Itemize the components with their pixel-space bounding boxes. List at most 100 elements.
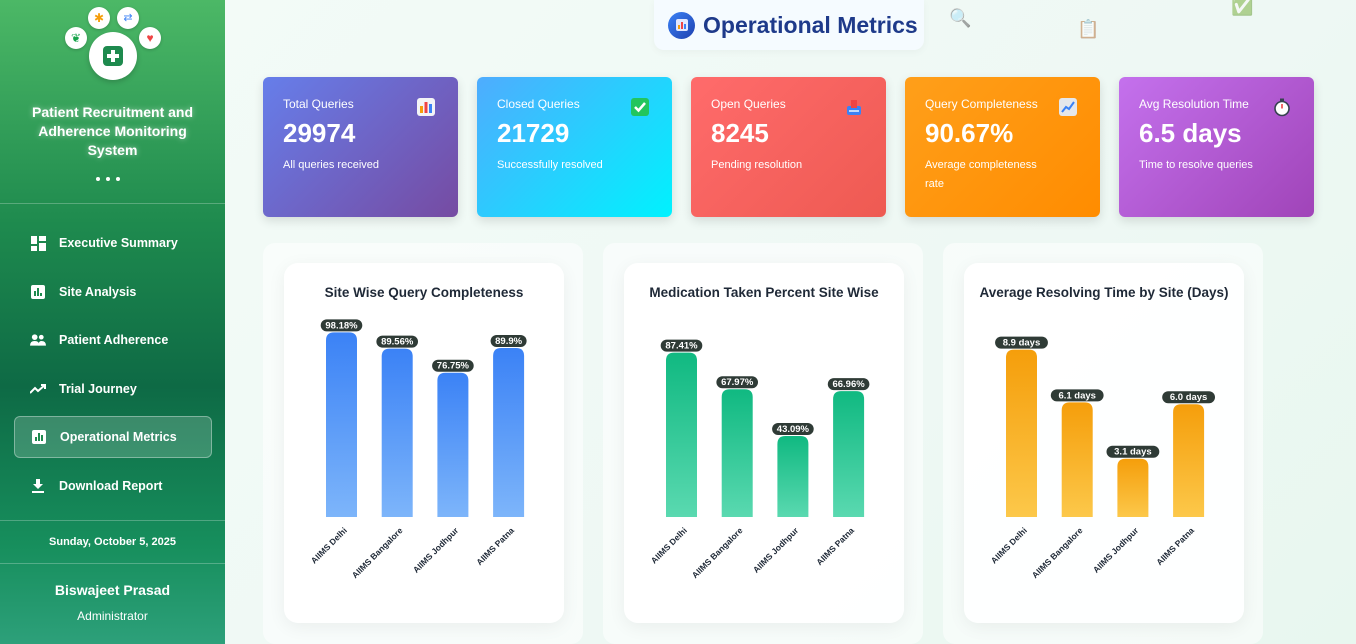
data-label: 89.9% <box>495 336 522 347</box>
sidebar: ✱ ⇄ ❦ ♥ Patient Recruitment and Adherenc… <box>0 0 225 644</box>
user-role: Administrator <box>77 609 148 623</box>
bar[interactable] <box>833 391 865 517</box>
data-label: 76.75% <box>437 361 470 372</box>
bar[interactable] <box>437 372 469 517</box>
card-label: Query Completeness <box>925 97 1038 111</box>
medical-cross-logo <box>89 32 137 80</box>
data-label: 67.97% <box>721 377 754 388</box>
stopwatch-icon <box>1272 97 1292 117</box>
card-query-completeness: Query Completeness 90.67% Average comple… <box>905 77 1100 217</box>
bar-chart-query-completeness: 98.18% AIIMS Delhi 89.56% AIIMS Bangalore 76… <box>309 319 527 580</box>
card-value: 6.5 days <box>1139 118 1242 148</box>
current-date: Sunday, October 5, 2025 <box>0 520 225 564</box>
clipboard-icon: 📋 <box>1077 19 1100 39</box>
category-label: AIIMS Patna <box>1154 525 1196 567</box>
data-label: 8.9 days <box>1003 338 1041 349</box>
download-icon <box>30 478 46 494</box>
sun-icon: ✱ <box>88 7 110 29</box>
nav-trial-journey[interactable]: Trial Journey <box>14 368 212 410</box>
data-label: 3.1 days <box>1114 447 1152 458</box>
card-total-queries: Total Queries 29974 All queries received <box>263 77 458 217</box>
data-label: 66.96% <box>832 379 865 390</box>
nav-patient-adherence[interactable]: Patient Adherence <box>14 319 212 361</box>
data-label: 6.1 days <box>1058 390 1096 401</box>
card-label: Avg Resolution Time <box>1139 97 1249 111</box>
bar[interactable] <box>1117 458 1149 517</box>
card-label: Total Queries <box>283 97 354 111</box>
nav-label: Download Report <box>59 478 163 493</box>
category-label: AIIMS Delhi <box>649 525 689 565</box>
nav-download-report[interactable]: Download Report <box>14 465 212 507</box>
card-open-queries: Open Queries 8245 Pending resolution <box>691 77 886 217</box>
bar[interactable] <box>721 389 753 517</box>
category-label: AIIMS Bangalore <box>350 525 405 580</box>
category-label: AIIMS Patna <box>814 525 856 567</box>
logo-area: ✱ ⇄ ❦ ♥ Patient Recruitment and Adherenc… <box>0 0 225 204</box>
card-value: 29974 <box>283 118 356 148</box>
category-label: AIIMS Jodhpur <box>411 525 461 575</box>
card-closed-queries: Closed Queries 21729 Successfully resolv… <box>477 77 672 217</box>
bar[interactable] <box>493 347 525 517</box>
card-value: 21729 <box>497 118 570 148</box>
category-label: AIIMS Jodhpur <box>1091 525 1141 575</box>
chart-icon <box>668 11 695 39</box>
bar-chart-icon <box>416 97 436 117</box>
bar-chart-medication-taken: 87.41% AIIMS Delhi 67.97% AIIMS Bangalore 43… <box>649 339 870 580</box>
nav-label: Trial Journey <box>59 381 137 396</box>
nav-executive-summary[interactable]: Executive Summary <box>14 222 212 264</box>
magnifier-icon: 🔍 <box>949 8 972 28</box>
card-subtitle: Average completeness rate <box>925 159 1037 190</box>
chart-panel-query-completeness: Site Wise Query Completeness 98.18% AIIMS… <box>263 243 583 644</box>
bar[interactable] <box>666 352 697 517</box>
bar[interactable] <box>777 435 809 517</box>
category-label: AIIMS Jodhpur <box>751 525 801 575</box>
nav-operational-metrics[interactable]: Operational Metrics <box>14 416 212 458</box>
data-label: 89.56% <box>381 337 414 348</box>
card-subtitle: Pending resolution <box>711 159 803 171</box>
sync-icon: ⇄ <box>117 7 139 29</box>
app-title: Patient Recruitment and Adherence Monito… <box>31 104 194 158</box>
main-content: Operational Metrics 🔍 📋 ✅ Total Queries … <box>225 0 1356 644</box>
card-subtitle: All queries received <box>283 159 379 171</box>
nav-label: Operational Metrics <box>60 430 177 444</box>
card-label: Open Queries <box>711 97 786 111</box>
data-label: 87.41% <box>665 341 698 352</box>
chart-card: Site Wise Query Completeness 98.18% AIIMS… <box>284 263 564 623</box>
trending-up-icon <box>30 381 46 397</box>
category-label: AIIMS Patna <box>474 525 516 567</box>
category-label: AIIMS Bangalore <box>1030 525 1085 580</box>
chart-card: Medication Taken Percent Site Wise 87.41… <box>624 263 904 623</box>
user-name: Biswajeet Prasad <box>54 582 171 598</box>
check-icon: ✅ <box>1231 0 1254 16</box>
category-label: AIIMS Bangalore <box>690 525 745 580</box>
data-label: 6.0 days <box>1170 392 1208 403</box>
card-value: 90.67% <box>925 118 1014 148</box>
inbox-icon <box>844 97 864 117</box>
bar[interactable] <box>1006 349 1037 517</box>
category-label: AIIMS Delhi <box>989 525 1029 565</box>
data-label: 98.18% <box>325 320 358 331</box>
bar-chart-icon <box>30 284 46 300</box>
bar[interactable] <box>326 332 357 517</box>
page-header: Operational Metrics <box>654 0 924 50</box>
bar[interactable] <box>381 348 413 517</box>
leaf-icon: ❦ <box>65 27 87 49</box>
heart-icon: ♥ <box>139 27 161 49</box>
card-subtitle: Time to resolve queries <box>1139 159 1253 171</box>
kpi-cards: Total Queries 29974 All queries received… <box>263 77 1314 217</box>
nav-label: Executive Summary <box>59 236 178 250</box>
bar-chart-resolving-time: 8.9 days AIIMS Delhi 6.1 days AIIMS Bangalo… <box>989 336 1215 580</box>
bar[interactable] <box>1173 404 1205 517</box>
sidebar-nav: Executive Summary Site Analysis Patient … <box>14 222 212 513</box>
nav-label: Patient Adherence <box>59 333 169 347</box>
bar[interactable] <box>1061 402 1093 517</box>
chart-panel-resolving-time: Average Resolving Time by Site (Days) 8.… <box>943 243 1263 644</box>
chart-card: Average Resolving Time by Site (Days) 8.… <box>964 263 1244 623</box>
category-label: AIIMS Delhi <box>309 525 349 565</box>
card-label: Closed Queries <box>497 97 580 111</box>
card-value: 8245 <box>711 118 769 148</box>
nav-site-analysis[interactable]: Site Analysis <box>14 271 212 313</box>
chart-panel-medication-taken: Medication Taken Percent Site Wise 87.41… <box>603 243 923 644</box>
card-subtitle: Successfully resolved <box>497 159 603 171</box>
nav-label: Site Analysis <box>59 284 137 299</box>
